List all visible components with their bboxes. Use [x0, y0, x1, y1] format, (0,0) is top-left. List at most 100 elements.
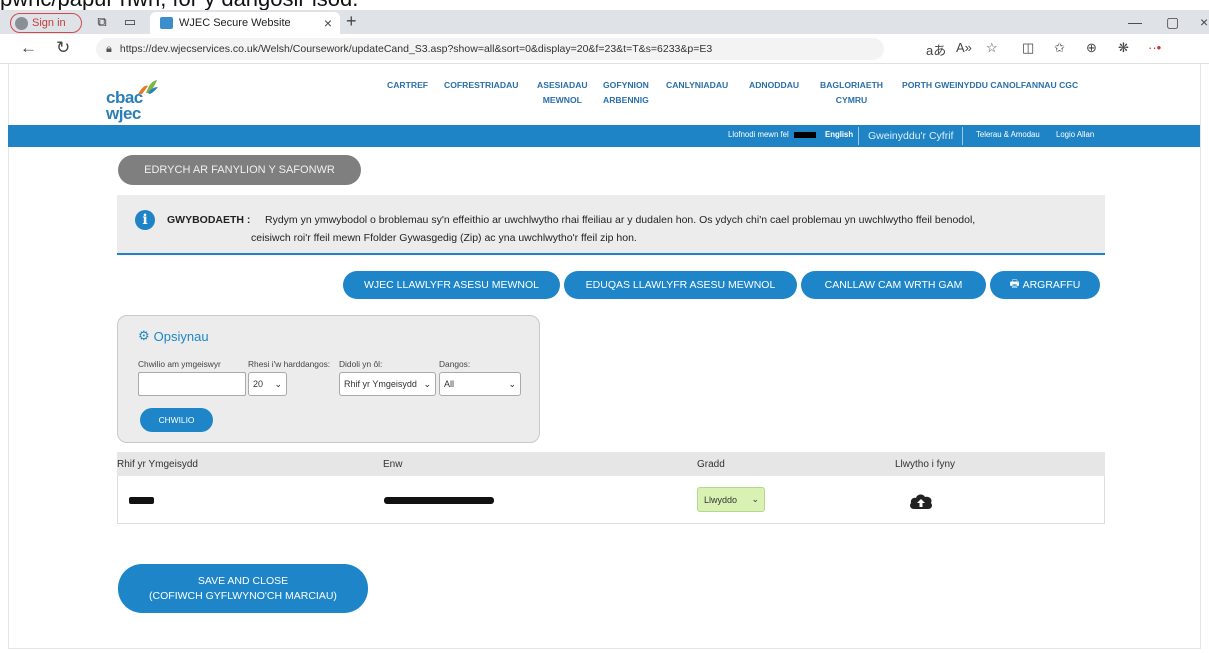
chevron-down-icon: ⌄: [751, 494, 759, 504]
favorite-star-icon[interactable]: ☆: [986, 40, 998, 56]
print-button[interactable]: 🖶︎ ARGRAFFU: [990, 271, 1100, 299]
info-label: GWYBODAETH :: [167, 214, 251, 226]
terms-link[interactable]: Telerau & Amodau: [976, 130, 1040, 139]
info-text-line2: ceisiwch roi'r ffeil mewn Ffolder Gywasg…: [251, 232, 637, 244]
save-and-close-button[interactable]: SAVE AND CLOSE (COFIWCH GYFLWYNO'CH MARC…: [118, 564, 368, 613]
tab-title: WJEC Secure Website: [179, 17, 291, 29]
nav-label: ADNODDAU: [749, 80, 800, 90]
logout-link[interactable]: Logio Allan: [1056, 130, 1094, 139]
logged-in-as-text: Llofnodi mewn fel: [728, 130, 789, 139]
options-title-text: Opsiynau: [153, 328, 209, 344]
nav-label: CARTREF: [387, 80, 429, 90]
wjec-manual-button[interactable]: WJEC LLAWLYFR ASESU MEWNOL: [343, 271, 560, 299]
show-select-value: All: [444, 379, 455, 389]
sort-select[interactable]: Rhif yr Ymgeisydd ⌄: [339, 372, 436, 396]
nav-label: PORTH GWEINYDDU CANOLFANNAU CGC: [902, 80, 1079, 90]
collections-icon[interactable]: ⊕: [1086, 40, 1097, 56]
rows-label: Rhesi i'w harddangos:: [248, 359, 331, 369]
immersive-reader-icon[interactable]: A»: [956, 40, 972, 55]
options-title: ⚙ Opsiynau: [138, 328, 209, 344]
url-text: https://dev.wjecservices.co.uk/Welsh/Cou…: [119, 43, 713, 55]
rows-select[interactable]: 20 ⌄: [248, 372, 287, 396]
grade-select-value: Llwyddo: [704, 494, 738, 505]
lock-icon: 🔒︎: [106, 42, 112, 55]
info-text-line1: Rydym yn ymwybodol o broblemau sy'n effe…: [265, 214, 976, 226]
my-account-link[interactable]: Gweinyddu'r Cyfrif: [858, 127, 964, 145]
maximize-icon[interactable]: ▢: [1166, 14, 1179, 31]
split-screen-icon[interactable]: ◫: [1022, 40, 1034, 56]
cloud-upload-icon[interactable]: [908, 491, 934, 511]
candidate-search-input[interactable]: [138, 372, 246, 396]
page-right-border: [1200, 64, 1201, 649]
chevron-down-icon: ⌄: [423, 378, 431, 389]
cbac-wjec-logo[interactable]: cbac wjec: [106, 80, 166, 123]
nav-cofrestriadau[interactable]: COFRESTRIADAU: [444, 78, 518, 93]
view-moderator-details-button[interactable]: EDRYCH AR FANYLION Y SAFONWR: [118, 155, 361, 185]
column-header-grade: Gradd: [697, 459, 725, 470]
table-header-row: [117, 452, 1105, 476]
page-left-border: [8, 64, 9, 649]
nav-bagloriaeth-cymru[interactable]: BAGLORIAETH CYMRU: [820, 78, 883, 108]
save-button-line2: (COFIWCH GYFLWYNO'CH MARCIAU): [149, 589, 337, 602]
chevron-down-icon: ⌄: [274, 378, 282, 389]
column-header-name: Enw: [383, 459, 403, 470]
nav-gofynion-arbennig[interactable]: GOFYNION ARBENNIG: [603, 78, 649, 108]
print-label: ARGRAFFU: [1022, 279, 1081, 291]
new-tab-icon[interactable]: +: [346, 11, 357, 32]
info-icon: i: [135, 210, 155, 230]
nav-label: COFRESTRIADAU: [444, 80, 519, 90]
nav-cartref[interactable]: CARTREF: [387, 78, 428, 93]
rows-select-value: 20: [253, 379, 264, 389]
tab-actions-icon[interactable]: ▭: [123, 15, 137, 29]
nav-label: ASESIADAU: [537, 80, 588, 90]
back-icon[interactable]: ←: [20, 38, 37, 58]
nav-porth-gweinyddu[interactable]: PORTH GWEINYDDU CANOLFANNAU CGC: [902, 78, 1078, 93]
address-bar[interactable]: 🔒︎ https://dev.wjecservices.co.uk/Welsh/…: [96, 38, 884, 60]
show-select[interactable]: All ⌄: [439, 372, 521, 396]
browser-tab[interactable]: WJEC Secure Website ×: [150, 12, 340, 34]
chevron-down-icon: ⌄: [508, 378, 516, 389]
column-header-upload: Llwytho i fyny: [895, 459, 956, 470]
save-button-line1: SAVE AND CLOSE: [197, 574, 289, 587]
refresh-icon[interactable]: ↻: [56, 38, 70, 58]
show-label: Dangos:: [439, 359, 471, 369]
nav-label-line2: MEWNOL: [542, 95, 582, 105]
favorites-icon[interactable]: ✩: [1054, 40, 1065, 56]
nav-label-line2: CYMRU: [835, 95, 868, 105]
sort-label: Didoli yn ôl:: [339, 359, 383, 369]
redacted-candidate-name: [384, 497, 494, 504]
printer-icon: 🖶︎: [1009, 278, 1020, 290]
logo-text-wjec: wjec: [106, 104, 141, 123]
read-aloud-icon[interactable]: aあ: [926, 40, 946, 59]
profile-icon: [15, 16, 28, 30]
nav-label: CANLYNIADAU: [666, 80, 729, 90]
nav-label: BAGLORIAETH: [820, 80, 884, 90]
search-button[interactable]: CHWILIO: [140, 408, 213, 432]
english-link[interactable]: English: [825, 130, 853, 139]
sort-select-value: Rhif yr Ymgeisydd: [344, 379, 417, 389]
minimize-icon[interactable]: —: [1128, 14, 1142, 30]
step-guide-button[interactable]: CANLLAW CAM WRTH GAM: [801, 271, 986, 299]
more-menu-icon[interactable]: ··•: [1148, 40, 1161, 55]
sign-in-label: Sign in: [32, 17, 66, 29]
table-row: [117, 476, 1105, 524]
workspaces-icon[interactable]: ⧉: [95, 15, 109, 29]
search-label: Chwilio am ymgeiswyr: [138, 359, 221, 369]
nav-canlyniadau[interactable]: CANLYNIADAU: [666, 78, 728, 93]
gear-icon: ⚙: [138, 328, 150, 343]
site-favicon-icon: [160, 17, 173, 29]
page-bottom-border: [8, 648, 1200, 649]
nav-label: GOFYNION: [603, 80, 649, 90]
redacted-username: [794, 132, 816, 138]
nav-label-line2: ARBENNIG: [603, 95, 649, 105]
grade-select[interactable]: Llwyddo ⌄: [697, 487, 765, 512]
nav-asesiadau-mewnol[interactable]: ASESIADAU MEWNOL: [537, 78, 588, 108]
eduqas-manual-button[interactable]: EDUQAS LLAWLYFR ASESU MEWNOL: [564, 271, 797, 299]
sign-in-button[interactable]: Sign in: [10, 13, 82, 33]
extensions-icon[interactable]: ❋: [1118, 40, 1129, 56]
nav-adnoddau[interactable]: ADNODDAU: [749, 78, 799, 93]
close-window-icon[interactable]: ×: [1200, 14, 1208, 30]
close-tab-icon[interactable]: ×: [324, 15, 332, 31]
redacted-candidate-number: [129, 497, 154, 504]
column-header-candidate-number: Rhif yr Ymgeisydd: [117, 459, 198, 470]
